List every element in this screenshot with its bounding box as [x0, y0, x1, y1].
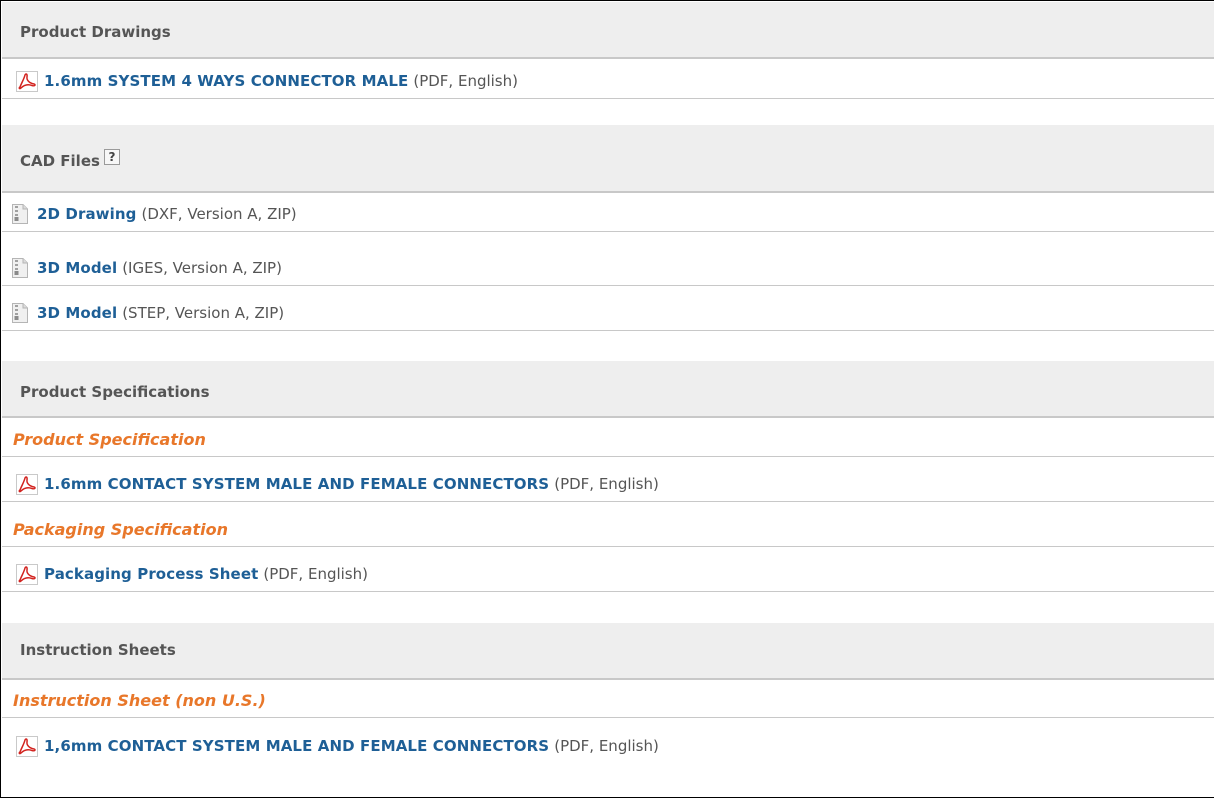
document-row: 1,6mm CONTACT SYSTEM MALE AND FEMALE CON…	[2, 729, 1214, 764]
section-title: CAD Files	[20, 152, 100, 170]
document-row: 3D Model (IGES, Version A, ZIP)	[2, 251, 1214, 286]
document-meta: (PDF, English)	[413, 72, 518, 90]
help-icon[interactable]: ?	[103, 149, 120, 165]
section-header-instruction-sheets: Instruction Sheets	[2, 623, 1214, 680]
document-row: 3D Model (STEP, Version A, ZIP)	[2, 296, 1214, 331]
document-meta: (PDF, English)	[554, 475, 659, 493]
section-title: Product Specifications	[20, 383, 210, 401]
document-link[interactable]: 1.6mm CONTACT SYSTEM MALE AND FEMALE CON…	[44, 475, 549, 493]
document-link[interactable]: 1,6mm CONTACT SYSTEM MALE AND FEMALE CON…	[44, 737, 549, 755]
document-link[interactable]: 3D Model	[37, 259, 117, 277]
section-header-cad-files: CAD Files?	[2, 125, 1214, 193]
section-title: Instruction Sheets	[20, 641, 176, 659]
section-header-product-drawings: Product Drawings	[2, 2, 1214, 59]
document-meta: (PDF, English)	[554, 737, 659, 755]
document-link[interactable]: 2D Drawing	[37, 205, 137, 223]
document-meta: (PDF, English)	[263, 565, 368, 583]
zip-file-icon	[12, 303, 28, 323]
pdf-icon	[16, 564, 38, 585]
document-link[interactable]: 3D Model	[37, 304, 117, 322]
pdf-icon	[16, 474, 38, 495]
document-meta: (IGES, Version A, ZIP)	[122, 259, 282, 277]
document-row: Packaging Process Sheet (PDF, English)	[2, 557, 1214, 592]
pdf-icon	[16, 71, 38, 92]
zip-file-icon	[12, 204, 28, 224]
section-title: Product Drawings	[20, 23, 171, 41]
documents-panel: Product Drawings 1.6mm SYSTEM 4 WAYS CON…	[0, 0, 1214, 798]
subheading-product-specification: Product Specification	[2, 422, 1214, 457]
document-link[interactable]: 1.6mm SYSTEM 4 WAYS CONNECTOR MALE	[44, 72, 408, 90]
document-row: 1.6mm SYSTEM 4 WAYS CONNECTOR MALE (PDF,…	[2, 64, 1214, 99]
subheading-instruction-sheet: Instruction Sheet (non U.S.)	[2, 683, 1214, 718]
document-row: 1.6mm CONTACT SYSTEM MALE AND FEMALE CON…	[2, 467, 1214, 502]
pdf-icon	[16, 736, 38, 757]
document-meta: (DXF, Version A, ZIP)	[141, 205, 297, 223]
document-link[interactable]: Packaging Process Sheet	[44, 565, 258, 583]
document-meta: (STEP, Version A, ZIP)	[122, 304, 285, 322]
subheading-packaging-specification: Packaging Specification	[2, 512, 1214, 547]
zip-file-icon	[12, 258, 28, 278]
section-header-product-specifications: Product Specifications	[2, 361, 1214, 418]
document-row: 2D Drawing (DXF, Version A, ZIP)	[2, 197, 1214, 232]
